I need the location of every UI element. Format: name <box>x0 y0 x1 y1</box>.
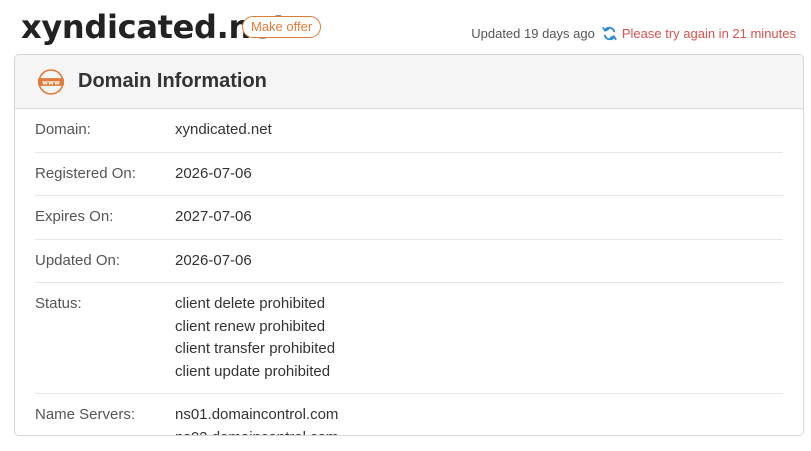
row-value: 2026-07-06 <box>175 164 252 182</box>
refresh-icon[interactable] <box>601 25 618 42</box>
row-label: Expires On: <box>35 208 114 225</box>
card-header: www Domain Information <box>15 55 803 109</box>
row-registered-on: Registered On: 2026-07-06 <box>35 153 783 196</box>
nameserver-value: ns02.domaincontrol.com <box>175 427 338 436</box>
row-label: Status: <box>35 295 82 312</box>
update-info: Updated 19 days ago Please try again in … <box>471 25 796 42</box>
row-updated-on: Updated On: 2026-07-06 <box>35 240 783 283</box>
row-value: 2026-07-06 <box>175 251 252 269</box>
card-title: Domain Information <box>78 70 267 92</box>
nameserver-values: ns01.domaincontrol.com ns02.domaincontro… <box>175 404 339 436</box>
updated-timestamp: Updated 19 days ago <box>471 26 595 41</box>
row-label: Registered On: <box>35 164 136 182</box>
status-value: client update prohibited <box>175 362 331 380</box>
info-rows: Domain: xyndicated.net Registered On: 20… <box>15 109 803 436</box>
status-value: client transfer prohibited <box>175 340 336 357</box>
row-domain: Domain: xyndicated.net <box>35 109 783 153</box>
row-label: Updated On: <box>35 251 121 269</box>
row-value: 2027-07-06 <box>175 208 252 225</box>
row-expires-on: Expires On: 2027-07-06 <box>35 196 783 240</box>
row-label: Domain: <box>35 121 91 138</box>
row-status: Status: client delete prohibited client … <box>35 283 783 394</box>
status-values: client delete prohibited client renew pr… <box>175 293 335 383</box>
www-globe-icon: www <box>36 68 66 95</box>
domain-info-card: www Domain Information Domain: xyndicate… <box>14 54 804 436</box>
row-name-servers: Name Servers: ns01.domaincontrol.com ns0… <box>35 394 783 436</box>
make-offer-button[interactable]: Make offer <box>242 16 322 38</box>
page-header: xyndicated.net Make offer Updated 19 day… <box>0 0 811 54</box>
nameserver-value: ns01.domaincontrol.com <box>175 406 339 423</box>
retry-message: Please try again in 21 minutes <box>621 26 796 41</box>
row-label: Name Servers: <box>35 406 136 423</box>
status-value: client renew prohibited <box>175 317 326 335</box>
www-icon-text: www <box>42 78 60 86</box>
status-value: client delete prohibited <box>175 295 326 312</box>
row-value: xyndicated.net <box>175 121 272 138</box>
